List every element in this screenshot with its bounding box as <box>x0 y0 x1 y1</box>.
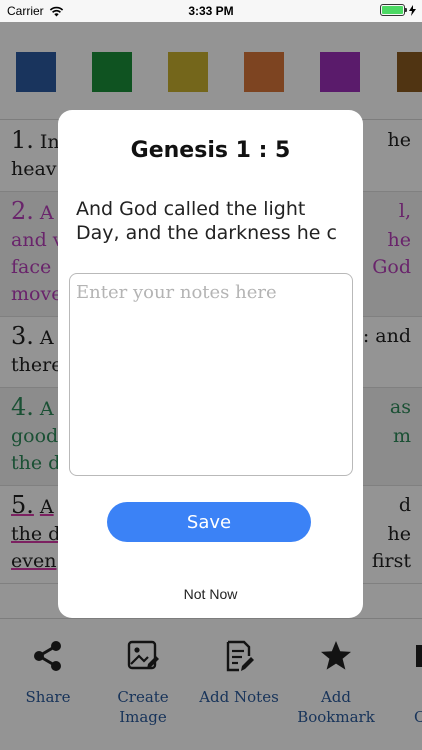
not-now-button[interactable]: Not Now <box>58 586 363 602</box>
dialog-verse-line: Day, and the darkness he c <box>76 222 337 244</box>
battery-fill <box>382 6 403 14</box>
dialog-title: Genesis 1 : 5 <box>130 138 291 163</box>
dialog-verse-text: And God called the light Day, and the da… <box>76 197 346 245</box>
status-bar: Carrier 3:33 PM <box>0 0 422 22</box>
add-notes-dialog: Genesis 1 : 5 And God called the light D… <box>58 110 363 618</box>
battery-icon <box>380 4 407 16</box>
status-right <box>380 4 416 16</box>
status-time: 3:33 PM <box>188 4 234 18</box>
dialog-verse-line: And God called the light <box>76 198 306 220</box>
battery-tip <box>405 8 407 12</box>
save-button[interactable]: Save <box>107 502 311 542</box>
notes-input[interactable] <box>69 273 353 476</box>
charging-bolt-icon <box>409 4 416 16</box>
